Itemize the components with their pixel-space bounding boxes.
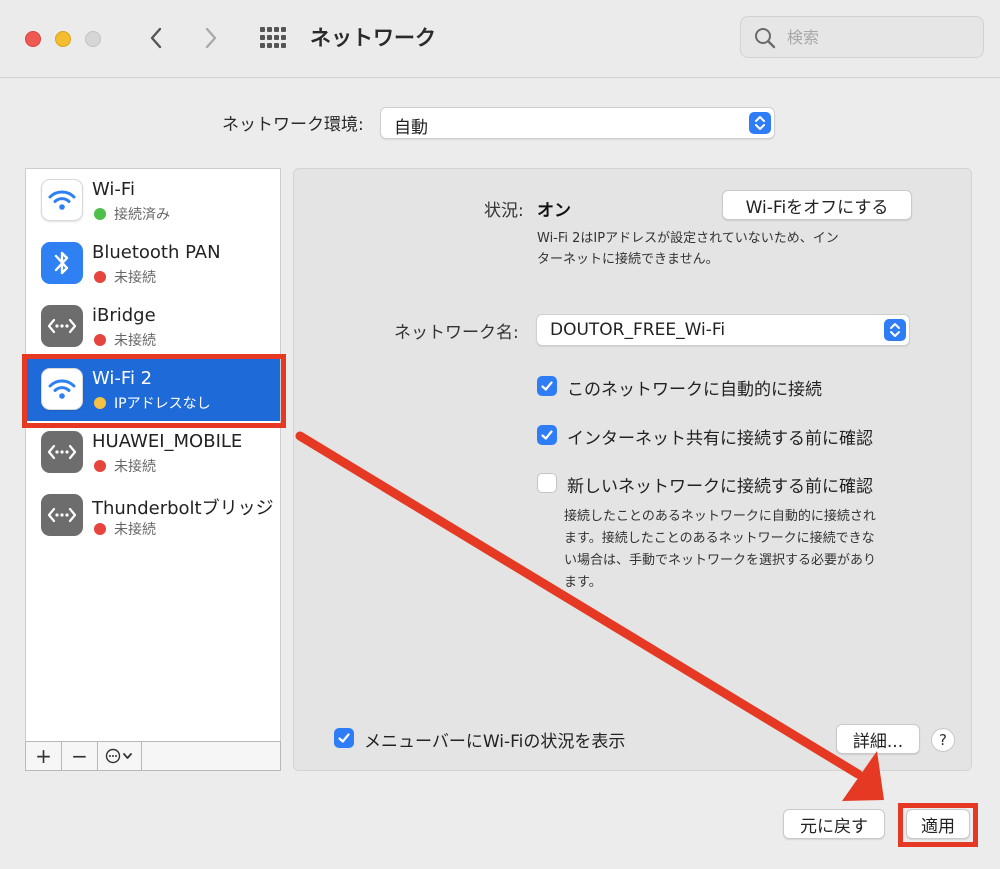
chevron-left-icon — [150, 27, 162, 49]
auto-join-checkbox[interactable] — [537, 376, 557, 396]
bluetooth-icon — [41, 242, 83, 284]
ask-to-join-new-checkbox[interactable] — [537, 473, 557, 493]
checkmark-icon — [541, 381, 553, 391]
service-name: Wi-Fi — [92, 179, 135, 200]
action-menu-button[interactable] — [98, 742, 142, 770]
turn-wifi-off-button[interactable]: Wi-Fiをオフにする — [722, 190, 912, 220]
network-name-label: ネットワーク名: — [394, 323, 519, 343]
service-item-huawei-mobile[interactable]: HUAWEI_MOBILE 未接続 — [26, 421, 280, 484]
service-name: HUAWEI_MOBILE — [92, 431, 243, 452]
service-list-toolbar: + − — [25, 741, 281, 771]
remove-service-button[interactable]: − — [62, 742, 98, 770]
back-button[interactable] — [141, 20, 171, 56]
location-label: ネットワーク環境: — [222, 115, 364, 135]
title-bar: ネットワーク — [0, 0, 1000, 78]
minimize-window-button[interactable] — [55, 31, 71, 47]
show-in-menubar-label: メニューバーにWi-Fiの状況を表示 — [364, 732, 626, 752]
search-input[interactable] — [787, 25, 972, 49]
wifi-icon — [41, 179, 83, 221]
window-title: ネットワーク — [310, 26, 436, 50]
detail-panel: 状況: オン Wi-Fiをオフにする Wi-Fi 2はIPアドレスが設定されてい… — [293, 168, 972, 771]
join-note-line-4: ます。 — [564, 575, 602, 590]
service-item-ibridge[interactable]: iBridge 未接続 — [26, 295, 280, 358]
service-status: 未接続 — [114, 522, 156, 538]
help-button[interactable]: ? — [931, 728, 955, 752]
ethernet-icon — [41, 494, 83, 536]
revert-button[interactable]: 元に戻す — [783, 809, 885, 839]
status-value: オン — [537, 201, 571, 221]
status-dot — [94, 523, 106, 535]
popup-stepper-icon — [749, 112, 771, 134]
status-dot — [94, 460, 106, 472]
service-name: Bluetooth PAN — [92, 242, 221, 263]
network-name-popup[interactable]: DOUTOR_FREE_Wi-Fi — [536, 314, 910, 346]
show-in-menubar-checkbox[interactable] — [334, 728, 354, 748]
service-status: 未接続 — [114, 333, 156, 349]
checkmark-icon — [541, 430, 553, 440]
service-status: 未接続 — [114, 270, 156, 286]
service-name: Thunderboltブリッジ — [92, 498, 274, 519]
ask-to-join-new-label: 新しいネットワークに接続する前に確認 — [567, 477, 873, 497]
popup-stepper-icon — [884, 319, 906, 341]
ask-before-hotspot-checkbox[interactable] — [537, 425, 557, 445]
ask-before-hotspot-label: インターネット共有に接続する前に確認 — [567, 429, 873, 449]
network-name-value: DOUTOR_FREE_Wi-Fi — [550, 320, 726, 340]
ethernet-icon — [41, 431, 83, 473]
search-icon — [755, 28, 776, 49]
apply-highlight-annotation — [898, 803, 978, 847]
status-dot — [94, 271, 106, 283]
service-item-wifi[interactable]: Wi-Fi 接続済み — [26, 169, 280, 232]
service-item-thunderbolt-bridge[interactable]: Thunderboltブリッジ 未接続 — [26, 484, 280, 547]
join-note-line-2: ます。接続したことのあるネットワークに接続できな — [564, 531, 875, 546]
show-all-grid-icon[interactable] — [258, 25, 288, 51]
service-list: Wi-Fi 接続済み Bluetooth PAN 未接続 iBridge 未接続… — [25, 168, 281, 741]
status-label: 状況: — [484, 201, 524, 221]
service-status: 接続済み — [114, 207, 170, 223]
status-description-line-2: ターネットに接続できません。 — [537, 252, 719, 267]
add-service-button[interactable]: + — [26, 742, 62, 770]
zoom-window-button[interactable] — [85, 31, 101, 47]
close-window-button[interactable] — [25, 31, 41, 47]
forward-button[interactable] — [196, 20, 226, 56]
ethernet-icon — [41, 305, 83, 347]
advanced-button[interactable]: 詳細... — [836, 724, 920, 754]
status-dot — [94, 208, 106, 220]
chevron-right-icon — [205, 27, 217, 49]
auto-join-label: このネットワークに自動的に接続 — [567, 380, 822, 400]
status-dot — [94, 334, 106, 346]
search-field[interactable] — [740, 16, 984, 58]
selection-highlight-annotation — [22, 354, 286, 428]
status-description-line-1: Wi-Fi 2はIPアドレスが設定されていないため、イン — [537, 231, 839, 246]
service-name: iBridge — [92, 305, 156, 326]
service-item-bluetooth-pan[interactable]: Bluetooth PAN 未接続 — [26, 232, 280, 295]
service-status: 未接続 — [114, 459, 156, 475]
location-value: 自動 — [394, 118, 428, 138]
checkmark-icon — [338, 733, 350, 743]
join-note-line-1: 接続したことのあるネットワークに自動的に接続され — [564, 509, 876, 524]
join-note-line-3: い場合は、手動でネットワークを選択する必要があり — [564, 553, 877, 568]
location-popup[interactable]: 自動 — [380, 107, 775, 139]
more-actions-icon — [105, 748, 132, 764]
